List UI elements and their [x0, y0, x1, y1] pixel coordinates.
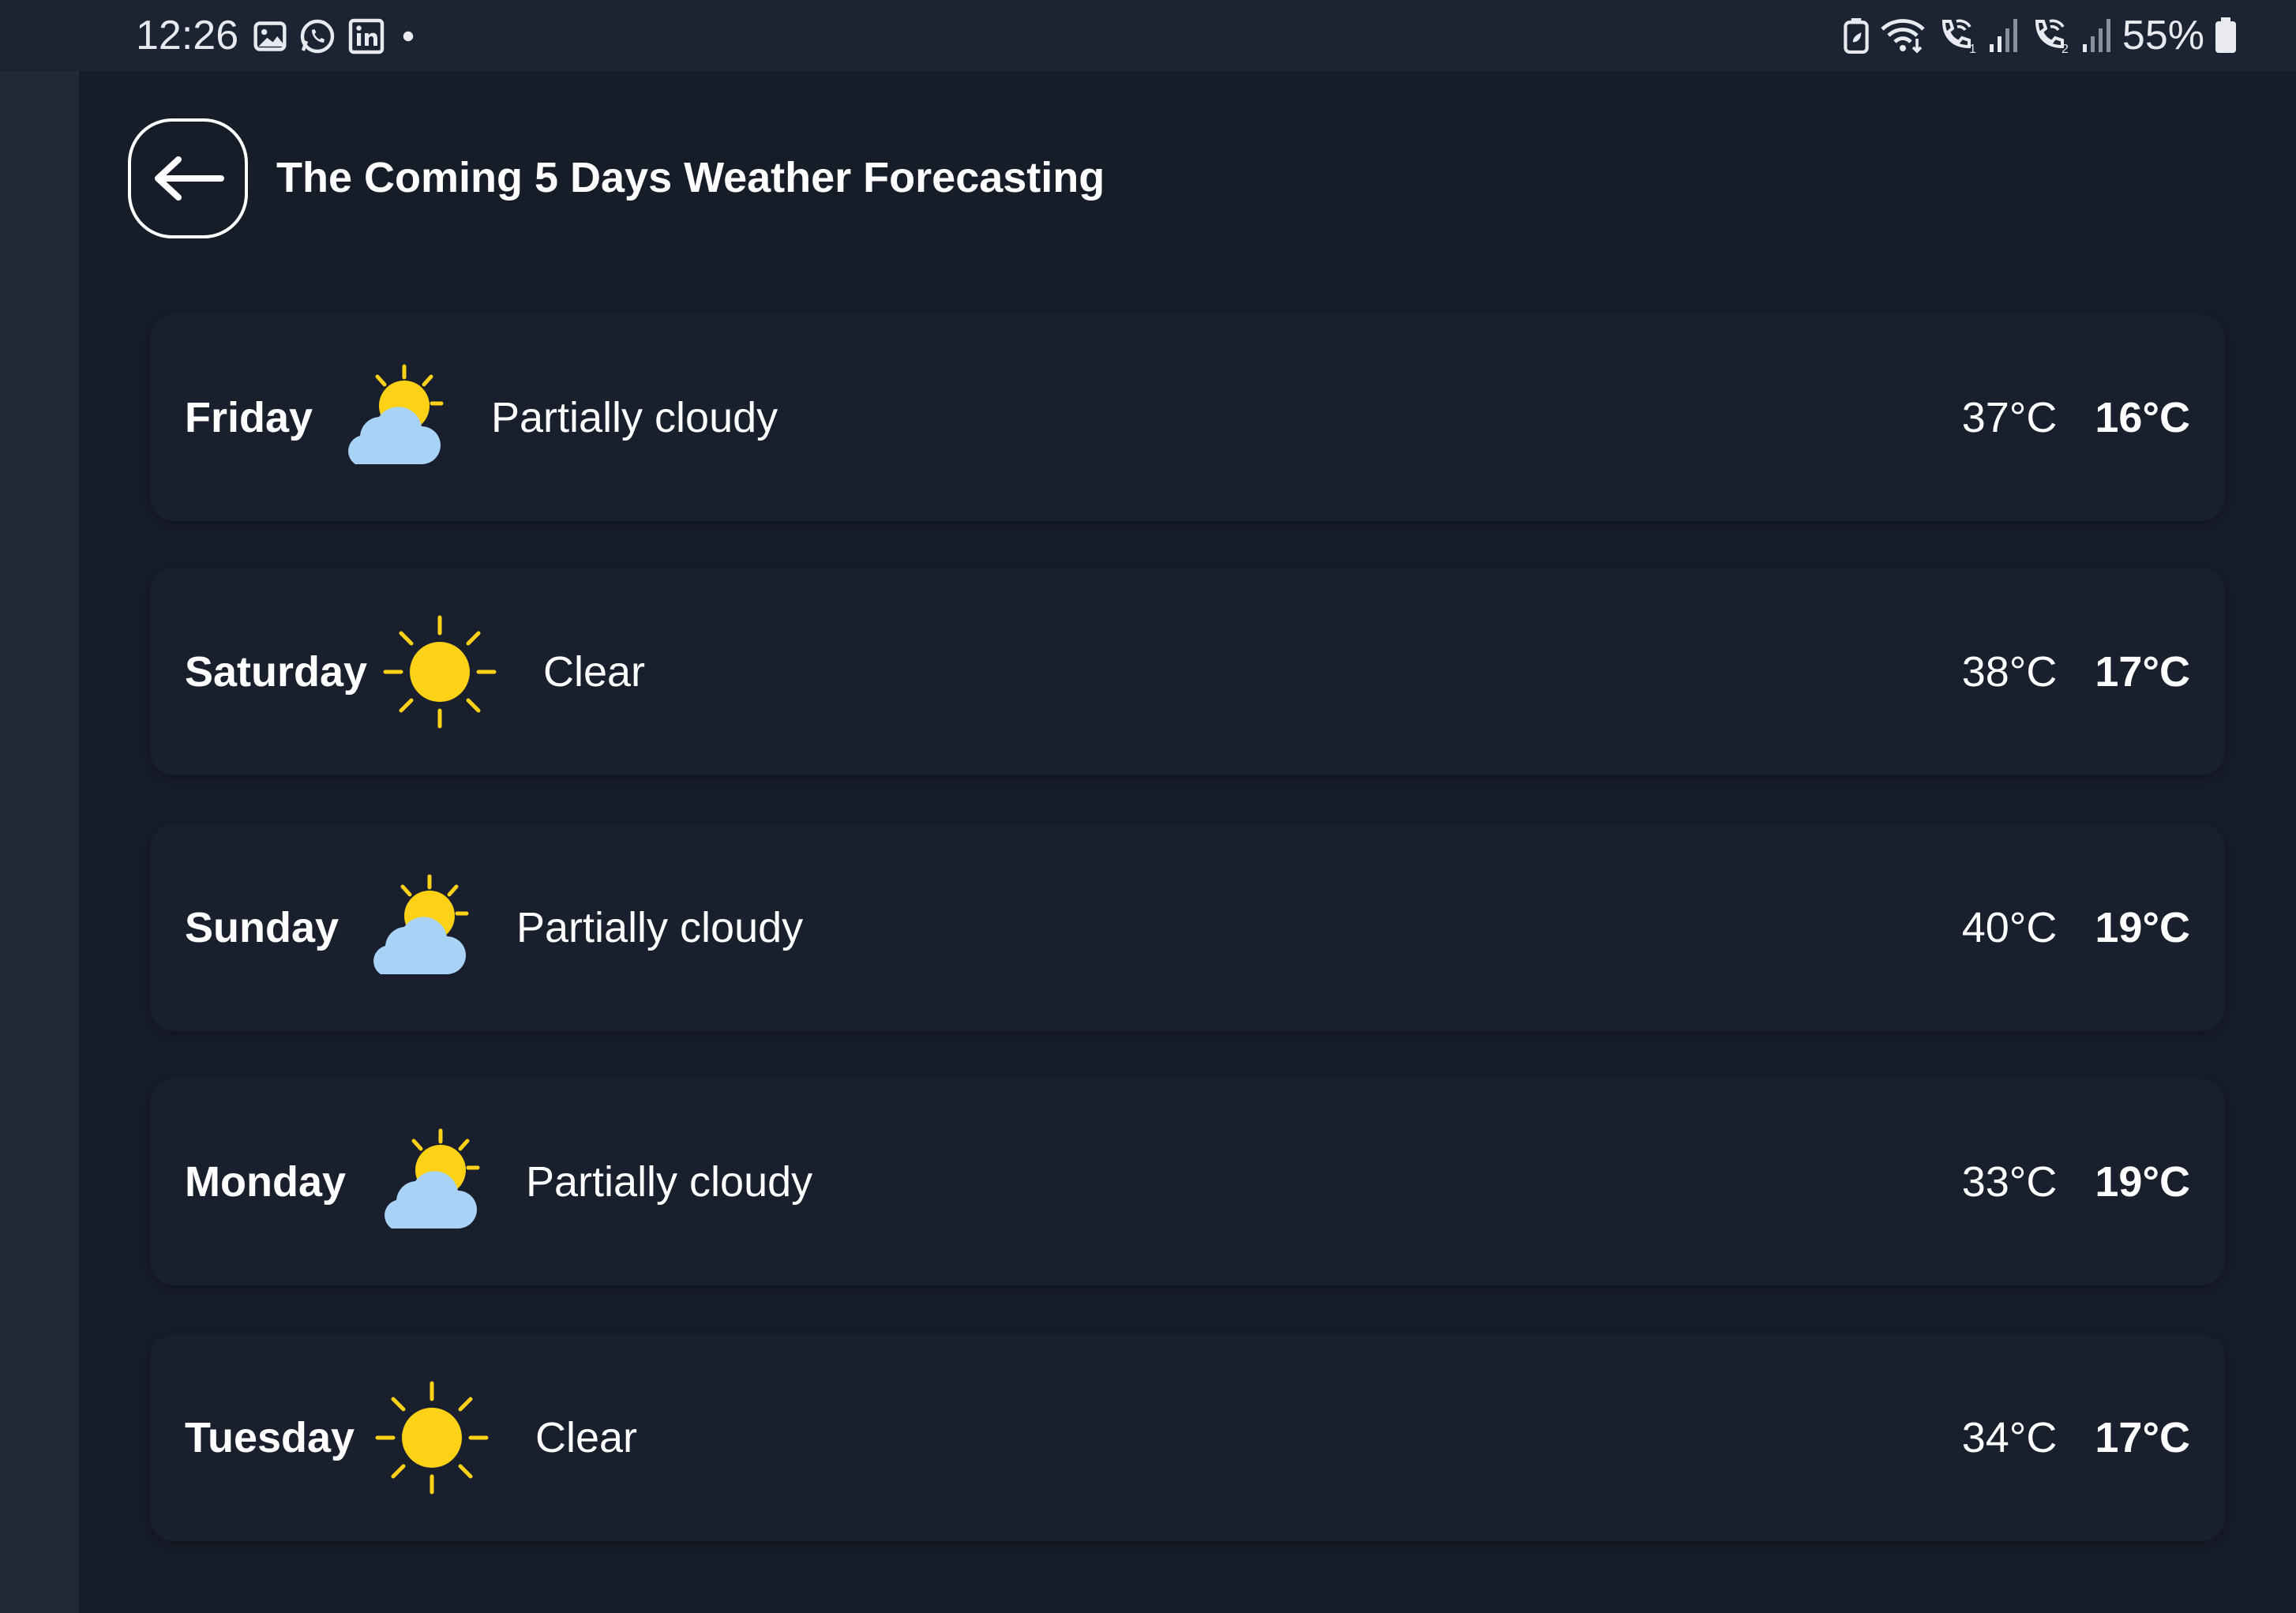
partly-cloudy-icon — [348, 364, 444, 464]
temp-high: 34°C — [1961, 1414, 2058, 1461]
side-rail — [0, 71, 79, 1613]
temperature-range: 33°C 19°C — [1962, 1154, 2190, 1210]
forecast-card[interactable]: Friday Partially cloudy 37°C 16°C — [150, 314, 2225, 521]
wifi-icon — [1881, 19, 1925, 54]
temperature-range: 40°C 19°C — [1962, 900, 2190, 955]
temperature-range: 34°C 17°C — [1962, 1410, 2190, 1465]
linkedin-icon — [348, 18, 385, 54]
temperature-range: 37°C 16°C — [1962, 390, 2190, 445]
system-icons: 1 2 55% — [1843, 11, 2238, 60]
condition-text: Partially cloudy — [491, 394, 778, 441]
temp-high: 38°C — [1961, 648, 2058, 696]
forecast-card[interactable]: Sunday Partially cloudy 40°C 19°C — [150, 824, 2225, 1031]
day-name: Friday — [185, 394, 313, 441]
forecast-card[interactable]: Saturday Clear 38°C 17°C — [150, 568, 2225, 775]
page-title: The Coming 5 Days Weather Forecasting — [276, 154, 1105, 201]
notification-icons — [253, 14, 420, 58]
temp-low: 17°C — [2095, 648, 2190, 696]
day-name: Monday — [185, 1158, 347, 1206]
temp-high: 40°C — [1961, 904, 2058, 951]
sun-icon — [375, 1381, 489, 1495]
temp-low: 17°C — [2095, 1414, 2190, 1461]
forecast-card[interactable]: Tuesday Clear 34°C 17°C — [150, 1334, 2225, 1541]
signal-2-icon — [2082, 19, 2110, 52]
battery-icon — [2215, 17, 2236, 53]
temp-low: 19°C — [2095, 1158, 2190, 1206]
signal-1-icon — [1989, 19, 2017, 52]
day-name: Sunday — [185, 904, 340, 951]
condition-text: Clear — [543, 648, 646, 696]
temp-high: 37°C — [1961, 394, 2058, 441]
wifi-call-1-icon: 1 — [1941, 19, 1976, 54]
forecast-card[interactable]: Monday Partially cloudy 33°C 19°C — [150, 1078, 2225, 1285]
partly-cloudy-icon — [373, 874, 469, 974]
temperature-range: 38°C 17°C — [1962, 644, 2190, 700]
temp-low: 19°C — [2095, 904, 2190, 951]
sun-icon — [383, 615, 497, 729]
wifi-call-2-icon: 2 — [2035, 19, 2069, 54]
status-bar: 12:26 1 2 55% — [0, 0, 2296, 71]
status-time: 12:26 — [136, 13, 239, 58]
partly-cloudy-icon — [385, 1128, 480, 1229]
app-screen: The Coming 5 Days Weather Forecasting Fr… — [79, 71, 2296, 1613]
temp-high: 33°C — [1961, 1158, 2058, 1206]
dot-icon — [403, 31, 414, 42]
battery-saver-icon — [1844, 18, 1869, 54]
whatsapp-icon — [300, 19, 335, 54]
battery-percent: 55% — [2122, 13, 2204, 58]
day-name: Saturday — [185, 648, 368, 696]
condition-text: Clear — [535, 1414, 638, 1461]
svg-text:2: 2 — [2062, 43, 2069, 54]
gallery-icon — [253, 21, 287, 51]
arrow-left-icon — [155, 156, 224, 201]
temp-low: 16°C — [2095, 394, 2190, 441]
day-name: Tuesday — [185, 1414, 355, 1461]
back-button[interactable] — [128, 118, 248, 238]
condition-text: Partially cloudy — [516, 904, 804, 951]
condition-text: Partially cloudy — [526, 1158, 813, 1206]
svg-text:1: 1 — [1969, 43, 1976, 54]
